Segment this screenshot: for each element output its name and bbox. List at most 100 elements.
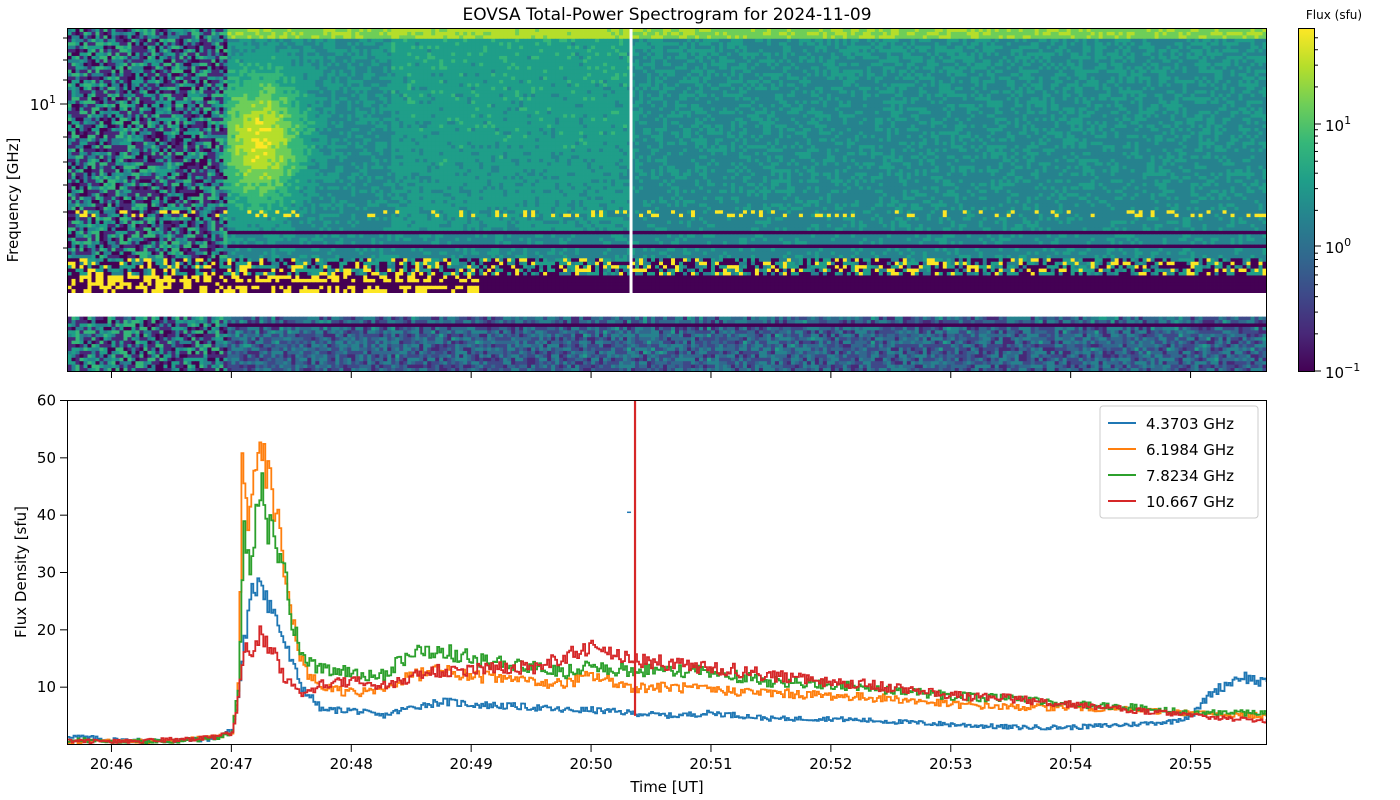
spectrogram-cell [727,63,731,67]
spectrogram-cell [303,29,307,33]
spectrogram-cell [815,66,819,70]
spectrogram-cell [407,53,411,57]
spectrogram-cell [987,42,991,46]
spectrogram-cell [219,70,223,74]
spectrogram-cell [355,59,359,63]
spectrogram-cell [903,35,907,39]
spectrogram-cell [395,59,399,63]
spectrogram-cell [355,35,359,39]
spectrogram-cell [411,66,415,70]
spectrogram-cell [167,42,171,46]
spectrogram-cell [467,35,471,39]
spectrogram-cell [72,70,76,74]
spectrogram-cell [859,59,863,63]
spectrogram-cell [343,66,347,70]
spectrogram-cell [1095,66,1099,70]
spectrogram-cell [827,42,831,46]
spectrogram-cell [967,59,971,63]
spectrogram-cell [483,56,487,60]
spectrogram-cell [1131,42,1135,46]
spectrogram-cell [163,80,167,84]
spectrogram-cell [523,77,527,81]
spectrogram-cell [187,70,191,74]
spectrogram-cell [455,59,459,63]
spectrogram-cell [319,80,323,84]
spectrogram-cell [243,42,247,46]
spectrogram-cell [1251,59,1255,63]
spectrogram-cell [699,80,703,84]
spectrogram-cell [411,83,415,87]
spectrogram-cell [195,35,199,39]
spectrogram-cell [399,35,403,39]
spectrogram-cell [615,63,619,67]
spectrogram-cell [443,83,447,87]
spectrogram-cell [1207,53,1211,57]
spectrogram-cell [231,70,235,74]
spectrogram-cell [1251,39,1255,43]
spectrogram-cell [687,53,691,57]
spectrogram-cell [579,56,583,60]
spectrogram-cell [715,80,719,84]
spectrogram-cell [395,56,399,60]
spectrogram-cell [1059,53,1063,57]
spectrogram-cell [1139,59,1143,63]
spectrogram-cell [659,73,663,77]
spectrogram-cell [511,42,515,46]
spectrogram-cell [771,46,775,50]
spectrogram-cell [191,32,195,36]
spectrogram-cell [1083,46,1087,50]
spectrogram-cell [527,39,531,43]
spectrogram-cell [247,70,251,74]
spectrogram-cell [327,83,331,87]
spectrogram-cell [423,29,427,33]
spectrogram-cell [919,49,923,53]
spectrogram-cell [715,29,719,33]
spectrogram-cell [295,77,299,81]
spectrogram-cell [415,59,419,63]
spectrogram-cell [1099,39,1103,43]
spectrogram-cell [407,46,411,50]
spectrogram-cell [1031,63,1035,67]
spectrogram-cell [807,39,811,43]
spectrogram-cell [167,29,171,33]
spectrogram-cell [203,83,207,87]
spectrogram-cell [547,66,551,70]
spectrogram-cell [1059,35,1063,39]
spectrogram-cell [439,70,443,74]
spectrogram-cell [299,42,303,46]
spectrogram-cell [1055,53,1059,57]
spectrogram-cell [991,80,995,84]
spectrogram-cell [991,35,995,39]
spectrogram-cell [335,29,339,33]
spectrogram-cell [795,80,799,84]
spectrogram-cell [811,63,815,67]
spectrogram-cell [1231,35,1235,39]
spectrogram-cell [291,32,295,36]
spectrogram-cell [651,70,655,74]
spectrogram-cell [831,70,835,74]
spectrogram-cell [375,39,379,43]
spectrogram-cell [619,46,623,50]
spectrogram-cell [267,83,271,87]
spectrogram-cell [319,29,323,33]
spectrogram-cell [867,49,871,53]
spectrogram-cell [427,73,431,77]
spectrogram-cell [511,46,515,50]
spectrogram-cell [295,46,299,50]
spectrogram-cell [1231,77,1235,81]
spectrogram-cell [983,63,987,67]
spectrogram-cell [131,77,135,81]
spectrogram-cell [1027,35,1031,39]
spectrogram-cell [1191,39,1195,43]
spectrogram-cell [679,56,683,60]
spectrogram-cell [239,49,243,53]
spectrogram-cell [1003,56,1007,60]
spectrogram-cell [395,73,399,77]
spectrogram-cell [231,46,235,50]
spectrogram-cell [575,66,579,70]
spectrogram-cell [827,70,831,74]
spectrogram-cell [651,42,655,46]
spectrogram-cell [91,73,95,77]
spectrogram-cell [1063,80,1067,84]
spectrogram-cell [1195,42,1199,46]
